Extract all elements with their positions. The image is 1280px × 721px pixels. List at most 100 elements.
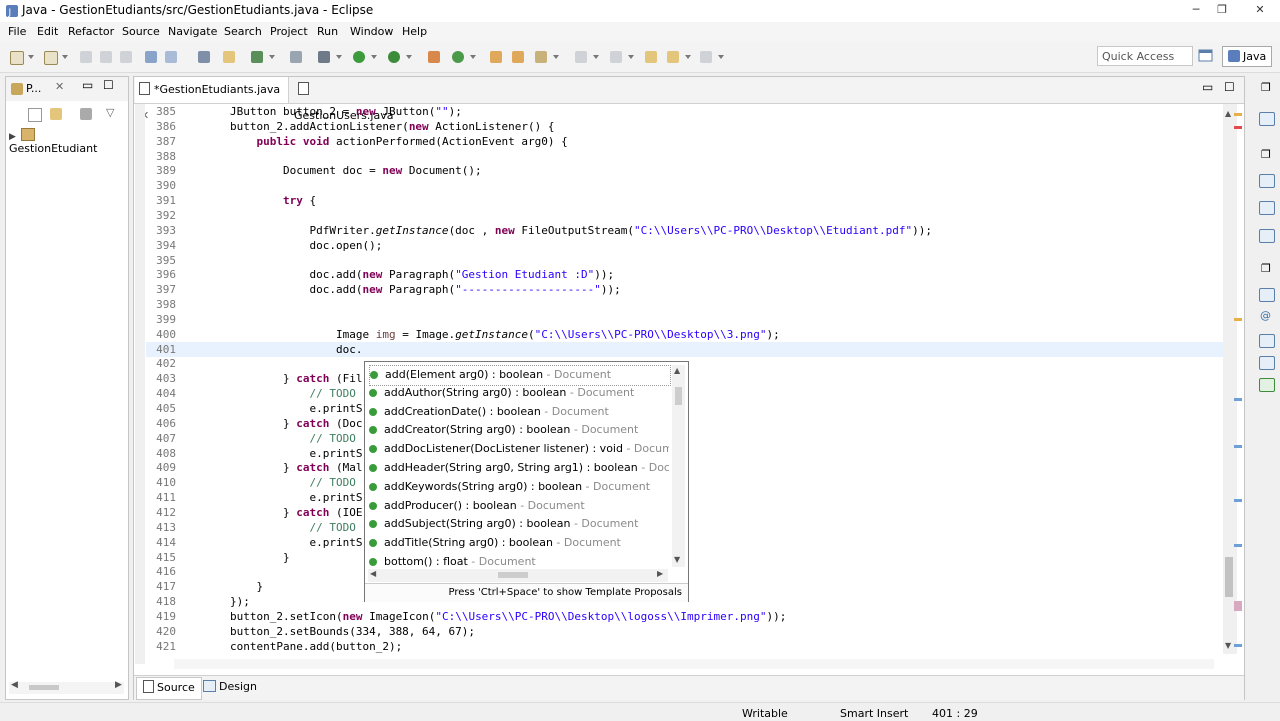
- debug-icon[interactable]: [198, 51, 210, 63]
- menu-help[interactable]: Help: [402, 25, 427, 38]
- close-button[interactable]: ✕: [1240, 0, 1280, 20]
- minimize-view-icon[interactable]: ▭: [82, 78, 93, 92]
- maximize-editor-icon[interactable]: ☐: [1224, 80, 1235, 94]
- new-icon[interactable]: [10, 51, 24, 65]
- progress-icon[interactable]: [1259, 378, 1275, 392]
- new-file-icon[interactable]: [44, 51, 58, 65]
- chevron-down-icon[interactable]: [593, 55, 599, 59]
- code-line[interactable]: 390: [146, 178, 1224, 193]
- warning-marker[interactable]: [1234, 113, 1242, 116]
- code-line[interactable]: 389 Document doc = new Document();: [146, 163, 1224, 178]
- tree-item-project[interactable]: ▶ GestionEtudiant: [9, 128, 128, 155]
- menu-search[interactable]: Search: [224, 25, 262, 38]
- proposal-item[interactable]: addHeader(String arg0, String arg1) : bo…: [369, 459, 669, 478]
- proposal-item[interactable]: add(Element arg0) : boolean - Document: [369, 365, 671, 386]
- quick-access-input[interactable]: Quick Access: [1097, 46, 1193, 66]
- back-icon[interactable]: [667, 51, 679, 63]
- build-icon[interactable]: [223, 51, 235, 63]
- javadoc-icon[interactable]: @: [1260, 309, 1271, 322]
- prev-annotation-icon[interactable]: [610, 51, 622, 63]
- code-line[interactable]: 396 doc.add(new Paragraph("Gestion Etudi…: [146, 267, 1224, 282]
- minimize-button[interactable]: ─: [1182, 0, 1210, 20]
- code-line[interactable]: 388: [146, 149, 1224, 164]
- restore-icon[interactable]: ❐: [1261, 81, 1271, 94]
- java-perspective-button[interactable]: Java: [1222, 46, 1272, 67]
- problems-icon[interactable]: [1259, 288, 1275, 302]
- open-folder-icon[interactable]: [490, 51, 502, 63]
- chevron-left-icon[interactable]: ◀: [11, 680, 18, 690]
- editor-hscrollbar[interactable]: [174, 659, 1214, 669]
- editor-vscroll-thumb[interactable]: [1225, 557, 1233, 597]
- proposal-item[interactable]: addProducer() : boolean - Document: [369, 497, 669, 516]
- error-marker[interactable]: [1234, 126, 1242, 129]
- chevron-down-icon[interactable]: [62, 55, 68, 59]
- chevron-down-icon[interactable]: ▽: [106, 106, 114, 119]
- structure-icon[interactable]: [1259, 229, 1275, 243]
- maximize-button[interactable]: ❐: [1208, 0, 1236, 20]
- code-line[interactable]: 399: [146, 312, 1224, 327]
- occurrence-marker[interactable]: [1234, 445, 1242, 448]
- chevron-down-icon[interactable]: [685, 55, 691, 59]
- code-line[interactable]: 395: [146, 253, 1224, 268]
- occurrence-marker[interactable]: [1234, 398, 1242, 401]
- tab-design[interactable]: Design: [197, 677, 263, 698]
- search-tool-icon[interactable]: [290, 51, 302, 63]
- proposal-hscrollbar[interactable]: ◀ ▶: [368, 569, 668, 582]
- chevron-right-icon[interactable]: ▶: [657, 569, 663, 578]
- chevron-down-icon[interactable]: [336, 55, 342, 59]
- chevron-up-icon[interactable]: ▲: [1225, 109, 1231, 118]
- chevron-down-icon[interactable]: ▼: [1225, 641, 1231, 650]
- chevron-left-icon[interactable]: ◀: [370, 569, 376, 578]
- scroll-thumb[interactable]: [29, 685, 59, 690]
- occurrence-marker[interactable]: [1234, 644, 1242, 647]
- chevron-right-icon[interactable]: ▶: [115, 680, 122, 690]
- code-line[interactable]: 385 JButton button_2 = new JButton("");: [146, 104, 1224, 119]
- collapse-all-icon[interactable]: [28, 108, 42, 122]
- code-line[interactable]: 419 button_2.setIcon(new ImageIcon("C:\\U…: [146, 609, 1224, 624]
- outline-icon[interactable]: [1259, 201, 1275, 215]
- restore-icon[interactable]: ❐: [1261, 148, 1271, 161]
- code-line[interactable]: 401 doc.: [146, 341, 1224, 357]
- menu-window[interactable]: Window: [350, 25, 393, 38]
- chevron-down-icon[interactable]: [28, 55, 34, 59]
- maximize-view-icon[interactable]: ☐: [103, 78, 114, 92]
- menu-file[interactable]: File: [8, 25, 26, 38]
- tab-gestion-etudiants[interactable]: *GestionEtudiants.java ✕: [135, 77, 289, 122]
- code-line[interactable]: 386 button_2.addActionListener(new Action…: [146, 119, 1224, 134]
- menu-refactor[interactable]: Refactor: [68, 25, 114, 38]
- checklist-icon[interactable]: [251, 51, 263, 63]
- annotation-icon[interactable]: [535, 51, 547, 63]
- chevron-down-icon[interactable]: [628, 55, 634, 59]
- code-line[interactable]: 421 contentPane.add(button_2);: [146, 639, 1224, 654]
- code-line[interactable]: 394 doc.open();: [146, 238, 1224, 253]
- proposal-item[interactable]: addCreationDate() : boolean - Document: [369, 403, 669, 422]
- save-icon[interactable]: [80, 51, 92, 63]
- menu-edit[interactable]: Edit: [37, 25, 58, 38]
- code-line[interactable]: 398: [146, 297, 1224, 312]
- code-line[interactable]: 397 doc.add(new Paragraph("-------------…: [146, 282, 1224, 297]
- tab-source[interactable]: Source: [136, 677, 202, 700]
- open-task-icon[interactable]: [512, 51, 524, 63]
- chevron-up-icon[interactable]: ▲: [674, 366, 680, 375]
- open-perspective-icon[interactable]: [165, 51, 177, 63]
- menu-run[interactable]: Run: [317, 25, 338, 38]
- declaration-icon[interactable]: [1259, 334, 1275, 348]
- scroll-thumb[interactable]: [498, 572, 528, 578]
- run-external-icon[interactable]: [388, 51, 400, 63]
- chevron-down-icon[interactable]: [718, 55, 724, 59]
- open-type-icon[interactable]: [145, 51, 157, 63]
- chevron-right-icon[interactable]: ▶: [9, 132, 16, 142]
- save-all-icon[interactable]: [100, 51, 112, 63]
- chevron-down-icon[interactable]: [371, 55, 377, 59]
- warning-marker[interactable]: [1234, 318, 1242, 321]
- scroll-thumb[interactable]: [675, 387, 682, 405]
- tab-gestion-users[interactable]: GestionUsers.java: [294, 77, 404, 122]
- restore-icon[interactable]: ❐: [1261, 262, 1271, 275]
- task-list-icon[interactable]: [1259, 174, 1275, 188]
- proposal-item[interactable]: addCreator(String arg0) : boolean - Docu…: [369, 421, 669, 440]
- proposal-item[interactable]: addSubject(String arg0) : boolean - Docu…: [369, 515, 669, 534]
- last-edit-icon[interactable]: [645, 51, 657, 63]
- code-line[interactable]: 392: [146, 208, 1224, 223]
- debug-bug-icon[interactable]: [318, 51, 330, 63]
- code-line[interactable]: 387 public void actionPerformed(ActionEv…: [146, 134, 1224, 149]
